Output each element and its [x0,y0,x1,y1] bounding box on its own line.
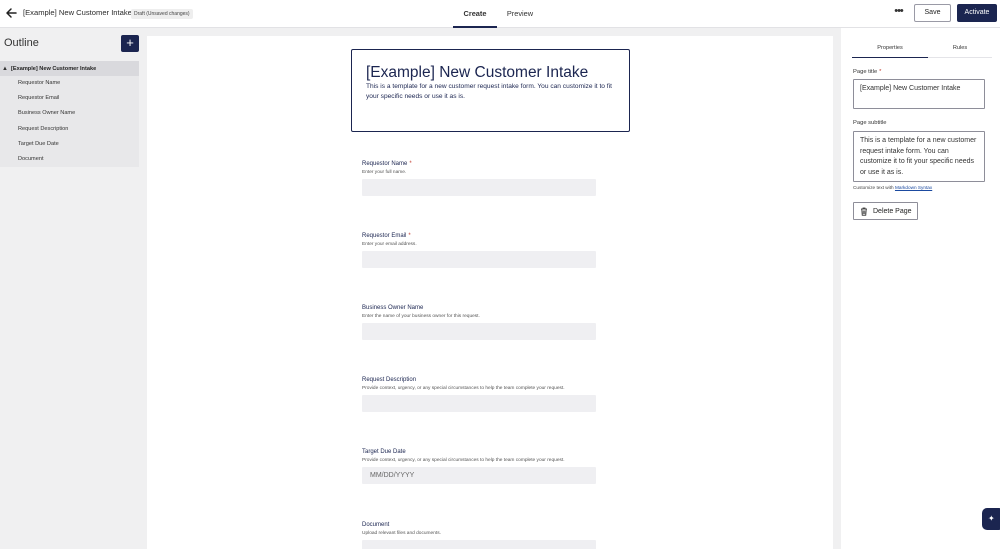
outline-item-document[interactable]: Document [0,152,139,167]
trash-icon [861,207,867,216]
page-subtitle-label: Page subtitle [853,120,887,126]
field-label: Document [362,522,390,528]
field-request-description[interactable]: Request Description Provide context, urg… [362,377,597,412]
field-label: Requestor Name * [362,161,412,167]
tab-create[interactable]: Create [453,0,497,28]
outline-root-item[interactable]: ▲ [Example] New Customer Intake [0,61,139,76]
activate-button[interactable]: Activate [957,4,997,22]
page-subtitle: This is a template for a new customer re… [366,83,612,100]
draft-status-badge: Draft (Unsaved changes) [131,9,193,19]
app-title: [Example] New Customer Intake [23,8,132,17]
outline-item-requestor-email[interactable]: Requestor Email [0,91,139,106]
field-help-text: Enter the name of your business owner fo… [362,314,480,319]
outline-root-label: [Example] New Customer Intake [11,65,97,72]
delete-page-button[interactable]: Delete Page [853,202,918,220]
save-button[interactable]: Save [914,4,951,22]
field-help-text: Upload relevant files and documents. [362,531,441,536]
outline-item-business-owner-name[interactable]: Business Owner Name [0,106,139,121]
field-label: Requestor Email * [362,233,411,239]
markdown-hint: Customize text with Markdown Syntax [853,185,933,190]
tab-rules[interactable]: Rules [928,40,992,58]
outline-item-request-description[interactable]: Request Description [0,122,139,137]
page-title-field[interactable]: [Example] New Customer Intake [853,79,985,109]
request-description-input[interactable] [362,395,596,412]
more-options-icon[interactable]: ••• [889,5,908,21]
delete-page-label: Delete Page [873,207,912,215]
outline-item-requestor-name[interactable]: Requestor Name [0,76,139,91]
tab-properties[interactable]: Properties [852,40,928,58]
field-requestor-email[interactable]: Requestor Email * Enter your email addres… [362,233,597,268]
outline-list: ▲ [Example] New Customer Intake Requesto… [0,61,139,167]
add-element-button[interactable]: + [121,35,139,52]
markdown-syntax-link[interactable]: Markdown Syntax [895,185,932,190]
field-help-text: Enter your email address. [362,242,417,247]
field-help-text: Enter your full name. [362,170,407,175]
target-due-date-input[interactable]: MM/DD/YYYY [362,467,596,484]
back-arrow-icon[interactable] [4,6,18,20]
properties-panel: Properties Rules Page title * [Example] N… [841,28,1000,549]
field-document[interactable]: Document Upload relevant files and docum… [362,522,597,549]
page-title: [Example] New Customer Intake [366,64,589,81]
field-help-text: Provide context, urgency, or any special… [362,386,565,391]
field-target-due-date[interactable]: Target Due Date Provide context, urgency… [362,449,597,484]
field-label: Target Due Date [362,449,406,455]
business-owner-name-input[interactable] [362,323,596,340]
page-title-label: Page title * [853,69,882,75]
field-label: Request Description [362,377,417,383]
outline-item-target-due-date[interactable]: Target Due Date [0,137,139,152]
form-canvas: [Example] New Customer Intake This is a … [147,36,833,549]
page-header-block[interactable]: [Example] New Customer Intake This is a … [351,49,630,132]
requestor-name-input[interactable] [362,179,596,196]
page-subtitle-field[interactable]: This is a template for a new customer re… [853,131,985,182]
field-business-owner-name[interactable]: Business Owner Name Enter the name of yo… [362,305,597,340]
field-label: Business Owner Name [362,305,424,311]
field-requestor-name[interactable]: Requestor Name * Enter your full name. [362,161,597,196]
chevron-up-icon[interactable]: ▲ [2,66,9,72]
required-marker: * [879,69,882,75]
assistant-sparkle-icon[interactable]: ✦ [982,508,1000,530]
requestor-email-input[interactable] [362,251,596,268]
required-marker: * [409,161,412,167]
required-marker: * [408,233,411,239]
outline-heading: Outline [4,37,39,49]
field-help-text: Provide context, urgency, or any special… [362,458,565,463]
document-upload-input[interactable] [362,540,596,549]
tab-preview[interactable]: Preview [502,0,538,28]
top-bar: [Example] New Customer Intake Draft (Uns… [0,0,1000,28]
